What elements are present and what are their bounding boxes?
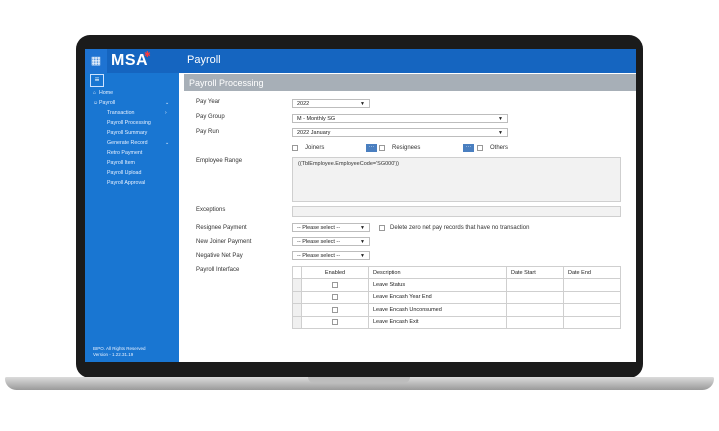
others-label: Others <box>490 145 509 151</box>
delete-zero-label: Delete zero net pay records that have no… <box>390 225 530 231</box>
table-row: Leave Status <box>292 278 621 292</box>
date-end-cell <box>563 303 621 317</box>
table-row: Leave Encash Unconsumed <box>292 303 621 317</box>
joiners-checkbox[interactable] <box>292 145 298 151</box>
logo-mark-icon: ✱ <box>144 50 151 59</box>
app-grid-icon[interactable]: ▦ <box>85 49 107 73</box>
pay-group-label: Pay Group <box>196 114 225 120</box>
date-start-cell <box>506 278 564 292</box>
chevron-down-icon: ▼ <box>498 116 503 122</box>
chevron-down-icon: ▼ <box>498 130 503 136</box>
table-header-row: Enabled Description Date Start Date End <box>292 265 621 280</box>
chevron-right-icon[interactable]: › <box>165 110 167 116</box>
chevron-down-icon: ▼ <box>360 239 365 245</box>
date-start-cell <box>506 303 564 317</box>
pay-group-select[interactable]: M - Monthly SG ▼ <box>292 114 508 123</box>
resignees-checkbox[interactable] <box>379 145 385 151</box>
joiners-label: Joiners <box>305 145 325 151</box>
sidebar-item-home[interactable]: ⌂ Home <box>93 90 113 96</box>
payroll-interface-table: Enabled Description Date Start Date End … <box>292 265 621 329</box>
table-row: Leave Encash Exit <box>292 315 621 329</box>
description-cell: Leave Status <box>368 278 507 292</box>
drag-handle[interactable] <box>292 303 302 317</box>
date-end-cell <box>563 315 621 329</box>
app-title: Payroll <box>187 54 221 66</box>
sidebar-item-payroll-approval[interactable]: Payroll Approval <box>107 180 145 186</box>
pay-run-select[interactable]: 2022 January ▼ <box>292 128 508 137</box>
laptop-notch <box>308 377 410 383</box>
chevron-down-icon[interactable]: ⌄ <box>165 100 169 106</box>
negative-net-pay-label: Negative Net Pay <box>196 253 243 259</box>
chevron-down-icon[interactable]: ⌄ <box>165 140 169 146</box>
description-cell: Leave Encash Unconsumed <box>368 303 507 317</box>
exceptions-label: Exceptions <box>196 207 226 213</box>
date-end-cell <box>563 278 621 292</box>
sidebar-item-retro-payment[interactable]: Retro Payment <box>107 150 142 156</box>
enabled-checkbox[interactable] <box>332 281 338 288</box>
sidebar-item-payroll[interactable]: ☺Payroll <box>93 100 115 106</box>
sidebar-item-generate-record[interactable]: Generate Record <box>107 140 148 146</box>
sidebar-item-payroll-upload[interactable]: Payroll Upload <box>107 170 141 176</box>
date-end-cell <box>563 290 621 305</box>
date-start-cell <box>506 290 564 305</box>
sidebar-footer: BIPO. All Rights Reserved Version - 1.22… <box>93 346 146 358</box>
drag-handle[interactable] <box>292 315 302 329</box>
drag-handle[interactable] <box>292 278 302 292</box>
pay-year-label: Pay Year <box>196 99 221 105</box>
hamburger-menu-icon[interactable]: ≡ <box>90 74 104 87</box>
sidebar: ≡ ⌂ Home ☺Payroll ⌄ Transaction › Payroll… <box>85 73 179 362</box>
negative-net-pay-select[interactable]: -- Please select -- ▼ <box>292 251 370 260</box>
msa-logo: MSA <box>111 52 149 69</box>
pay-year-select[interactable]: 2022 ▼ <box>292 99 370 108</box>
chevron-down-icon: ▼ <box>360 101 365 107</box>
sidebar-item-payroll-summary[interactable]: Payroll Summary <box>107 130 147 136</box>
column-header-date-start: Date Start <box>506 265 564 280</box>
pay-run-label: Pay Run <box>196 129 220 135</box>
employee-range-label: Employee Range <box>196 158 243 164</box>
sidebar-item-payroll-processing[interactable]: Payroll Processing <box>107 120 151 126</box>
version-text: Version - 1.22.31.19 <box>93 352 134 357</box>
joiners-picker-button[interactable]: ··· <box>366 144 377 152</box>
resignee-payment-label: Resignee Payment <box>196 225 247 231</box>
page-title: Payroll Processing <box>189 78 264 88</box>
drag-handle[interactable] <box>292 290 302 305</box>
table-row: Leave Encash Year End <box>292 290 621 305</box>
new-joiner-payment-label: New Joiner Payment <box>196 239 252 245</box>
column-header-description: Description <box>368 265 507 280</box>
delete-zero-checkbox[interactable] <box>379 225 385 231</box>
description-cell: Leave Encash Year End <box>368 290 507 305</box>
resignee-payment-select[interactable]: -- Please select -- ▼ <box>292 223 370 232</box>
app-screen: ▦ MSA ✱ Payroll ≡ ⌂ Home ☺Payroll ⌄ Trans… <box>85 49 636 362</box>
employee-range-field[interactable]: ((TblEmployee.EmployeeCode='SG000')) <box>292 157 621 202</box>
enabled-checkbox[interactable] <box>332 294 338 301</box>
chevron-down-icon: ▼ <box>360 253 365 259</box>
chevron-down-icon: ▼ <box>360 225 365 231</box>
payroll-interface-label: Payroll Interface <box>196 267 240 273</box>
top-bar: ▦ MSA ✱ Payroll <box>85 49 636 73</box>
drag-column-header <box>292 265 302 280</box>
column-header-enabled: Enabled <box>301 265 369 280</box>
exceptions-field[interactable] <box>292 206 621 217</box>
others-checkbox[interactable] <box>477 145 483 151</box>
enabled-checkbox[interactable] <box>332 319 338 326</box>
enabled-checkbox[interactable] <box>332 306 338 313</box>
sidebar-item-transaction[interactable]: Transaction <box>107 110 134 116</box>
date-start-cell <box>506 315 564 329</box>
description-cell: Leave Encash Exit <box>368 315 507 329</box>
column-header-date-end: Date End <box>563 265 621 280</box>
sidebar-item-payroll-item[interactable]: Payroll Item <box>107 160 135 166</box>
resignees-label: Resignees <box>392 145 421 151</box>
new-joiner-payment-select[interactable]: -- Please select -- ▼ <box>292 237 370 246</box>
resignees-picker-button[interactable]: ··· <box>463 144 474 152</box>
